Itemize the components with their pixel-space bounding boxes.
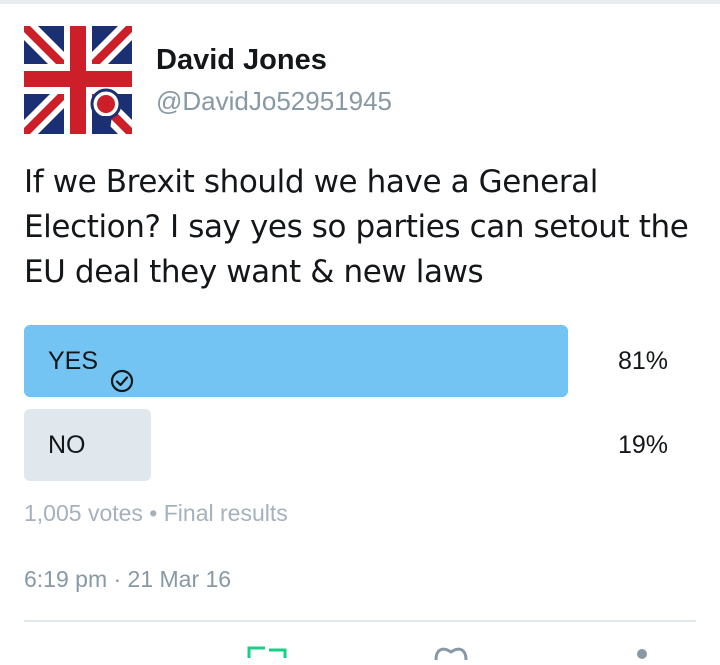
retweet-button[interactable] (245, 640, 291, 665)
poll-option-no-label-wrap: NO (48, 409, 86, 481)
poll-option-label: YES (48, 347, 99, 375)
retweet-icon (247, 646, 287, 658)
author-handle[interactable]: @DavidJo52951945 (156, 86, 392, 117)
actions-divider (24, 620, 696, 622)
top-divider (0, 0, 720, 4)
poll-option-yes-label-wrap: YES (48, 325, 134, 397)
union-jack-avatar-icon (24, 26, 132, 134)
poll-option-label: NO (48, 431, 86, 459)
poll-option-percent: 81% (617, 347, 668, 375)
check-circle-icon (110, 349, 134, 393)
poll-bar-no (24, 409, 151, 481)
poll-option-yes: YES 81% (24, 325, 696, 397)
more-icon (637, 649, 647, 659)
like-button[interactable] (432, 640, 470, 665)
heart-icon (434, 647, 468, 661)
more-button[interactable] (632, 640, 652, 665)
author-name[interactable]: David Jones (156, 44, 327, 77)
poll-option-no: NO 19% (24, 409, 696, 481)
avatar[interactable] (24, 26, 132, 134)
poll-summary: 1,005 votes • Final results (24, 500, 288, 526)
tweet-text: If we Brexit should we have a General El… (24, 164, 689, 290)
poll-option-percent: 19% (617, 431, 668, 459)
tweet-timestamp[interactable]: 6:19 pm · 21 Mar 16 (24, 566, 231, 593)
